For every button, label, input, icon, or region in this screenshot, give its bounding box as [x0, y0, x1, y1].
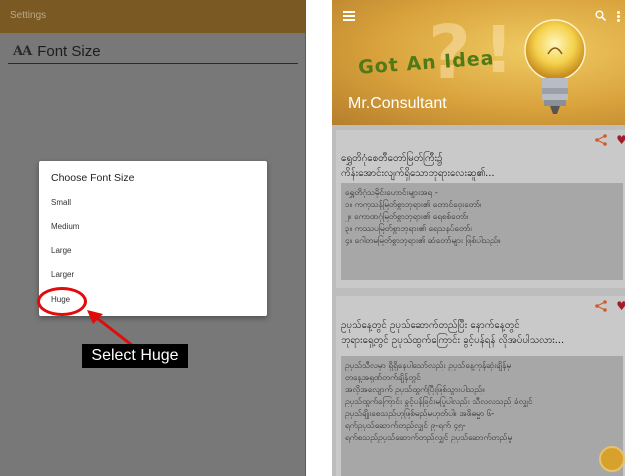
- preference-divider: [8, 63, 298, 64]
- card-body-line: တနေ့အရုဏ်တက်ချိန်တွင်: [345, 372, 421, 382]
- card-title-line: ကိန်းအောင်းလျက်ရှိသောဘုရားလေးဆူ၏...: [341, 168, 495, 179]
- card-body: ဥပုသ်သီလမှာ ရှိရှိနေပါသော်လည်း ဥပုသ်နေ့က…: [341, 356, 623, 476]
- card-title: ဥပုသ်နေ့တွင် ဥပုသ်ဆောက်တည်ပြီး နောက်နေ့တ…: [341, 318, 611, 348]
- card-body: ရွှေတိဂုံသမိုင်းဟောင်းများအရ - ၁။ ကကုသန်…: [341, 183, 623, 280]
- share-icon[interactable]: [595, 134, 607, 146]
- option-large[interactable]: Large: [51, 246, 71, 255]
- share-icon[interactable]: [595, 300, 607, 312]
- favorite-icon[interactable]: ♥: [616, 133, 625, 147]
- card-body-line: ရက်စသည်ဥပုသ်ဆောက်တည်လျှင် ဥပုသ်ဆောက်တည်မ…: [345, 432, 513, 442]
- card-title-line: ရွှေတိဂုံစေတီတော်မြတ်ကြီး၌: [341, 153, 443, 164]
- option-larger[interactable]: Larger: [51, 270, 74, 279]
- dialog-title: Choose Font Size: [51, 172, 135, 184]
- hamburger-menu-icon[interactable]: [343, 11, 355, 21]
- banner-idea-text: Got An Idea: [357, 47, 496, 79]
- select-huge-callout: Select Huge: [82, 344, 188, 368]
- floating-action-button[interactable]: [599, 446, 625, 472]
- article-card[interactable]: ♥ ရွှေတိဂုံစေတီတော်မြတ်ကြီး၌ ကိန်းအောင်း…: [336, 130, 625, 288]
- card-title-line: ဘုရားရှေ့တွင် ဥပုသ်ထွက်ကြောင်း ခွင့်ပန်ရ…: [341, 335, 565, 346]
- card-title: ရွှေတိဂုံစေတီတော်မြတ်ကြီး၌ ကိန်းအောင်းလျ…: [341, 151, 611, 181]
- card-body-line: ၃။ ကဿပမြတ်စွာဘုရား၏ ရေသနပ်တော်၊: [345, 223, 472, 233]
- card-body-line: ရွှေတိဂုံသမိုင်းဟောင်းများအရ -: [345, 187, 438, 197]
- more-options-icon[interactable]: [617, 11, 621, 23]
- font-size-icon: AA: [13, 43, 32, 59]
- search-icon[interactable]: [595, 10, 606, 21]
- card-body-line: ဥပုသ်သီလမှာ ရှိရှိနေပါသော်လည်း ဥပုသ်နေ့က…: [345, 360, 512, 370]
- card-body-line: ရက်ဥပုသ်ဆောက်တည်လျှင် ၉-ရက် ၄၅-: [345, 420, 466, 430]
- settings-screen: Settings AA Font Size Choose Font Size S…: [0, 0, 305, 476]
- card-body-line: ၁။ ကကုသန်မြတ်စွာဘုရား၏ တောင်ဝှေးတော်၊: [345, 199, 482, 209]
- highlight-circle: [37, 287, 87, 316]
- lightbulb-icon: [524, 19, 586, 114]
- option-medium[interactable]: Medium: [51, 222, 79, 231]
- appbar-title: Settings: [10, 10, 47, 21]
- favorite-icon[interactable]: ♥: [616, 299, 625, 313]
- app-banner: ? ! Got An Idea Mr.Consultant: [332, 0, 625, 125]
- card-title-line: ဥပုသ်နေ့တွင် ဥပုသ်ဆောက်တည်ပြီး နောက်နေ့တ…: [341, 320, 520, 331]
- consultant-screen: ? ! Got An Idea Mr.Consultant ♥ ရွှေတိဂု…: [332, 0, 625, 476]
- brand-title: Mr.Consultant: [348, 95, 447, 112]
- card-body-line: ဥပုသ်ချိုးစေသည်ဟုဖြစ်မည်မဟုတ်ပါ။ အဖိဓမ္မ…: [345, 408, 495, 418]
- settings-appbar: Settings: [0, 0, 305, 33]
- card-body-line: ၄။ ဂေါတမမြတ်စွာဘုရား၏ ဆံတော်များ ဖြစ်ပါသ…: [345, 235, 501, 245]
- screen-divider: [305, 0, 306, 476]
- option-small[interactable]: Small: [51, 198, 71, 207]
- font-size-label: Font Size: [37, 42, 101, 60]
- article-card[interactable]: ♥ ဥပုသ်နေ့တွင် ဥပုသ်ဆောက်တည်ပြီး နောက်နေ…: [336, 296, 625, 476]
- font-size-preference[interactable]: AA Font Size: [13, 40, 101, 62]
- card-body-line: အလိုအလျောက် ဥပုသ်ထွက်ပြီးဖြစ်သွားပါသည်။: [345, 384, 485, 394]
- card-body-line: ၂။ ကောဏဂုံမြတ်စွာဘုရား၏ ရေစစ်တော်၊: [345, 211, 469, 221]
- card-body-line: ဥပုသ်ထွက်ကြောင်း ခွင့်ပန်ခြင်းမပြုပါလည်း…: [345, 396, 533, 406]
